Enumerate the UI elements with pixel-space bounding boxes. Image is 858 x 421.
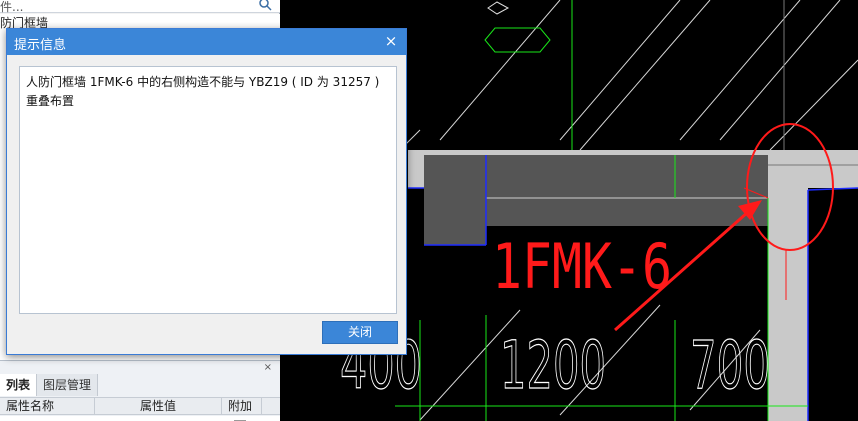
column-property-value: 属性值: [95, 398, 222, 414]
close-icon[interactable]: ×: [382, 32, 400, 50]
door-label: 1FMK-6: [492, 230, 672, 303]
tab-layer-management[interactable]: 图层管理: [37, 374, 99, 396]
door-frame-bottom: [486, 198, 768, 226]
door-frame-left: [424, 155, 486, 245]
message-text: 人防门框墙 1FMK-6 中的右侧构造不能与 YBZ19 ( ID 为 3125…: [19, 66, 397, 314]
wall-column: [768, 165, 808, 421]
dialog-titlebar[interactable]: 提示信息 ×: [7, 29, 406, 55]
close-icon[interactable]: ×: [264, 362, 272, 373]
dimension-1200: 1200: [500, 327, 606, 404]
search-row[interactable]: 件...: [0, 0, 280, 15]
property-pane: × 列表 图层管理 属性名称 属性值 附加: [0, 360, 280, 421]
search-input[interactable]: 件...: [0, 0, 23, 15]
column-property-name: 属性名称: [0, 398, 95, 414]
property-tabs: 列表 图层管理: [0, 374, 280, 396]
close-button[interactable]: 关闭: [322, 321, 398, 344]
table-row[interactable]: [0, 416, 280, 421]
message-dialog: 提示信息 × 人防门框墙 1FMK-6 中的右侧构造不能与 YBZ19 ( ID…: [6, 28, 407, 355]
dimension-700: 700: [690, 327, 770, 404]
column-extra: 附加: [222, 398, 262, 414]
search-icon[interactable]: [258, 0, 272, 11]
property-grid-header: 属性名称 属性值 附加: [0, 397, 280, 415]
tab-list[interactable]: 列表: [0, 374, 38, 396]
dialog-title: 提示信息: [14, 38, 67, 53]
